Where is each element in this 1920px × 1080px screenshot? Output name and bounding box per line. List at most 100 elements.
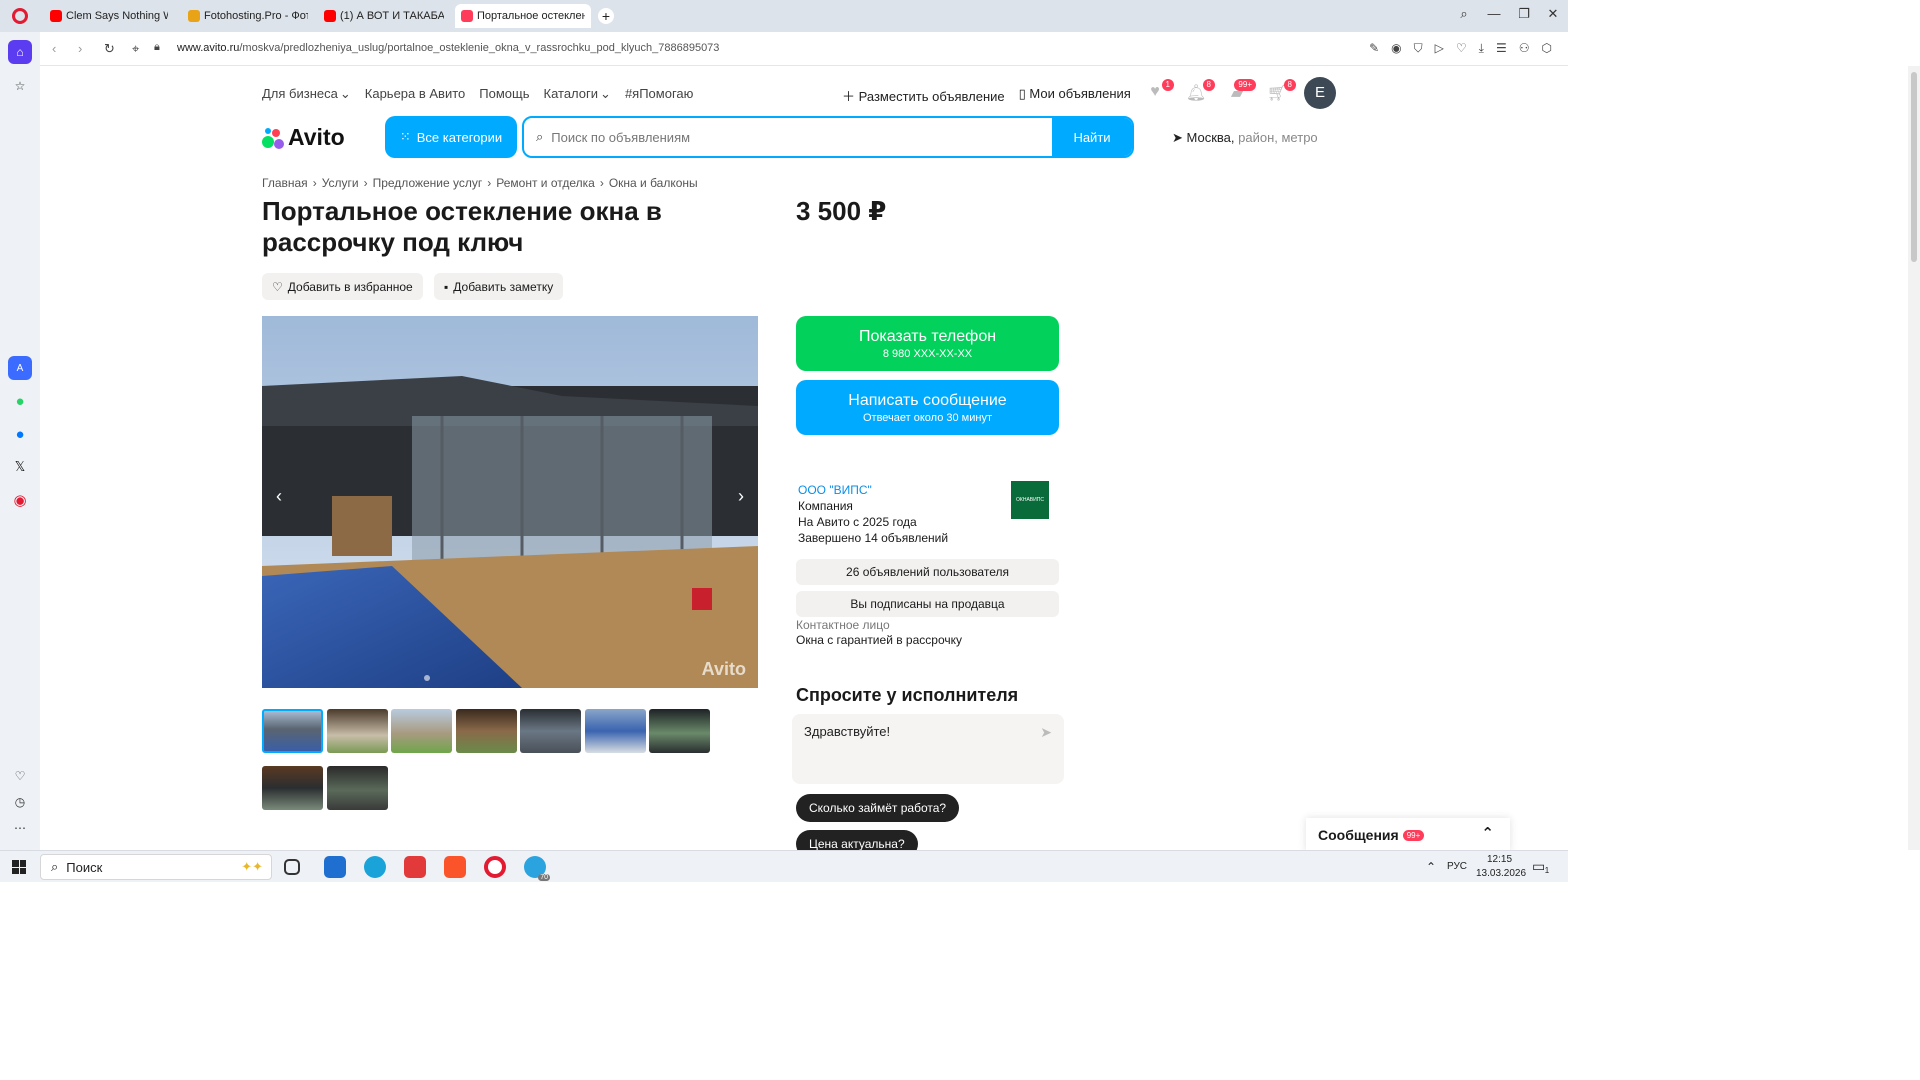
next-photo-arrow-icon[interactable]: › [738,486,744,507]
opera-menu-icon[interactable] [12,8,28,24]
location-pin-icon[interactable]: ⌖ [132,41,139,57]
subscribed-button[interactable]: Вы подписаны на продавца [796,591,1059,617]
breadcrumb-link[interactable]: Ремонт и отделка [496,176,595,190]
profile-icon[interactable]: ⚇ [1519,41,1530,56]
breadcrumb-link[interactable]: Предложение услуг [373,176,483,190]
camera-icon[interactable]: ◉ [1391,41,1401,56]
seller-info: ООО "ВИПС" Компания На Авито с 2025 года… [798,482,949,545]
download-icon[interactable]: ⤓ [1479,41,1484,56]
forward-button[interactable]: › [78,41,82,56]
vk-icon[interactable]: ● [8,422,32,446]
history-icon[interactable]: ◷ [8,790,32,814]
seller-name-link[interactable]: ООО "ВИПС" [798,482,948,498]
player-icon[interactable]: ◉ [8,488,32,512]
thumbnail[interactable] [520,709,581,753]
close-window-button[interactable]: ✕ [1543,6,1563,22]
x-icon[interactable]: 𝕏 [8,455,32,479]
add-note-button[interactable]: ▪ Добавить заметку [434,273,564,300]
more-icon[interactable]: ⋯ [8,816,32,840]
thumbnail[interactable] [262,766,323,810]
main-photo[interactable]: ‹ › Avito [262,316,758,688]
browser-tab[interactable]: Портальное остеклени [455,4,591,28]
top-nav-item[interactable]: Карьера в Авито [365,86,466,102]
url-field[interactable]: www.avito.ru/moskva/predlozheniya_uslug/… [177,42,719,54]
heart-icon[interactable]: ♡ [1456,41,1467,56]
breadcrumb-link[interactable]: Окна и балконы [609,176,698,190]
send-icon[interactable]: ➤ [1040,724,1052,741]
task-view-icon[interactable] [284,859,300,875]
menu-icon[interactable]: ☰ [1496,41,1507,56]
telegram-icon[interactable]: 70 [524,856,550,881]
search-tabs-icon[interactable]: ⌕ [1454,6,1474,22]
edit-icon[interactable]: ✎ [1369,41,1379,56]
browser-tab[interactable]: (1) А ВОТ И ТАКАБА [318,4,450,28]
home-icon[interactable]: ⌂ [8,40,32,64]
prev-photo-arrow-icon[interactable]: ‹ [276,486,282,507]
windows-start-icon[interactable] [12,860,26,874]
vivaldi-icon[interactable] [404,856,426,878]
clock-time[interactable]: 12:15 [1487,854,1512,865]
reload-button[interactable]: ↻ [104,41,115,57]
opera-taskbar-icon[interactable] [484,856,506,878]
breadcrumb-link[interactable]: Услуги [322,176,359,190]
outlook-icon[interactable] [324,856,346,878]
cart-icon[interactable]: 🛒︎ 8 [1266,79,1296,105]
cube-icon[interactable]: ⬡ [1542,41,1552,56]
quick-question-chip[interactable]: Цена актуальна? [796,830,918,850]
thumbnail[interactable] [327,766,388,810]
search-button[interactable]: Найти [1052,118,1132,156]
notifications-bell-icon[interactable]: 🔔︎ 8 [1185,79,1215,105]
messages-panel[interactable]: Сообщения 99+ ⌃ [1306,818,1510,850]
my-ads-link[interactable]: ▯ Мои объявления [1019,86,1131,105]
avatar[interactable]: E [1304,77,1336,109]
thumbnail[interactable] [262,709,323,753]
aria-icon[interactable]: A [8,356,32,380]
messages-icon[interactable]: ▰ 99+ [1226,79,1256,105]
breadcrumb-link[interactable]: Главная [262,176,308,190]
lock-icon[interactable]: 🔒︎ [154,41,160,54]
user-ads-button[interactable]: 26 объявлений пользователя [796,559,1059,585]
page-scrollbar[interactable] [1908,66,1920,850]
message-input[interactable]: Здравствуйте! [804,724,1024,764]
thumbnail[interactable] [649,709,710,753]
minimize-button[interactable]: — [1484,6,1504,21]
avito-logo[interactable]: Avito [262,124,345,151]
clock-date[interactable]: 13.03.2026 [1476,868,1526,879]
search-input[interactable] [551,129,992,145]
language-indicator[interactable]: РУС [1447,861,1467,872]
write-message-button[interactable]: Написать сообщение Отвечает около 30 мин… [796,380,1059,435]
browser-tab[interactable]: Clem Says Nothing While [44,4,174,28]
favorites-icon[interactable]: ♡ [8,764,32,788]
play-icon[interactable]: ▷ [1435,41,1444,56]
brave-icon[interactable] [444,856,466,878]
star-icon[interactable]: ☆ [8,74,32,98]
shield-icon[interactable]: ⛉ [1414,41,1423,56]
add-to-favorites-button[interactable]: ♡ Добавить в избранное [262,273,423,300]
top-nav-item[interactable]: Помощь [479,86,529,102]
thumbnail[interactable] [391,709,452,753]
top-nav-item[interactable]: #яПомогаю [625,86,693,102]
quick-question-chip[interactable]: Сколько займёт работа? [796,794,960,822]
back-button[interactable]: ‹ [52,41,56,56]
top-nav-item[interactable]: Для бизнеса [262,86,338,102]
top-nav-item[interactable]: Каталоги [544,86,599,102]
new-tab-button[interactable]: + [598,8,614,24]
location-selector[interactable]: ➤ Москва, район, метро [1172,130,1318,146]
thumbnail[interactable] [327,709,388,753]
taskbar-search[interactable]: ⌕ Поиск ✦✦ [40,854,272,880]
edge-icon[interactable] [364,856,386,878]
all-categories-button[interactable]: ⁙ Все категории [385,116,517,158]
thumbnail[interactable] [456,709,517,753]
seller-logo[interactable]: ОКНАВИПС [1011,481,1049,519]
notifications-icon[interactable]: ▭ 1 [1532,858,1549,875]
thumbnail[interactable] [585,709,646,753]
show-phone-button[interactable]: Показать телефон 8 980 XXX-XX-XX [796,316,1059,371]
post-ad-link[interactable]: ＋ Разместить объявление [842,86,1005,105]
browser-tab[interactable]: Fotohosting.Pro - Фотохо [182,4,314,28]
restore-button[interactable]: ❐ [1514,6,1534,22]
favorites-heart-icon[interactable]: ♥ 1 [1144,79,1174,105]
avito-watermark: Avito [701,659,746,679]
tray-chevron-up-icon[interactable]: ⌃ [1426,860,1436,874]
whatsapp-icon[interactable]: ● [8,389,32,413]
chevron-up-icon[interactable]: ⌃ [1481,824,1494,842]
